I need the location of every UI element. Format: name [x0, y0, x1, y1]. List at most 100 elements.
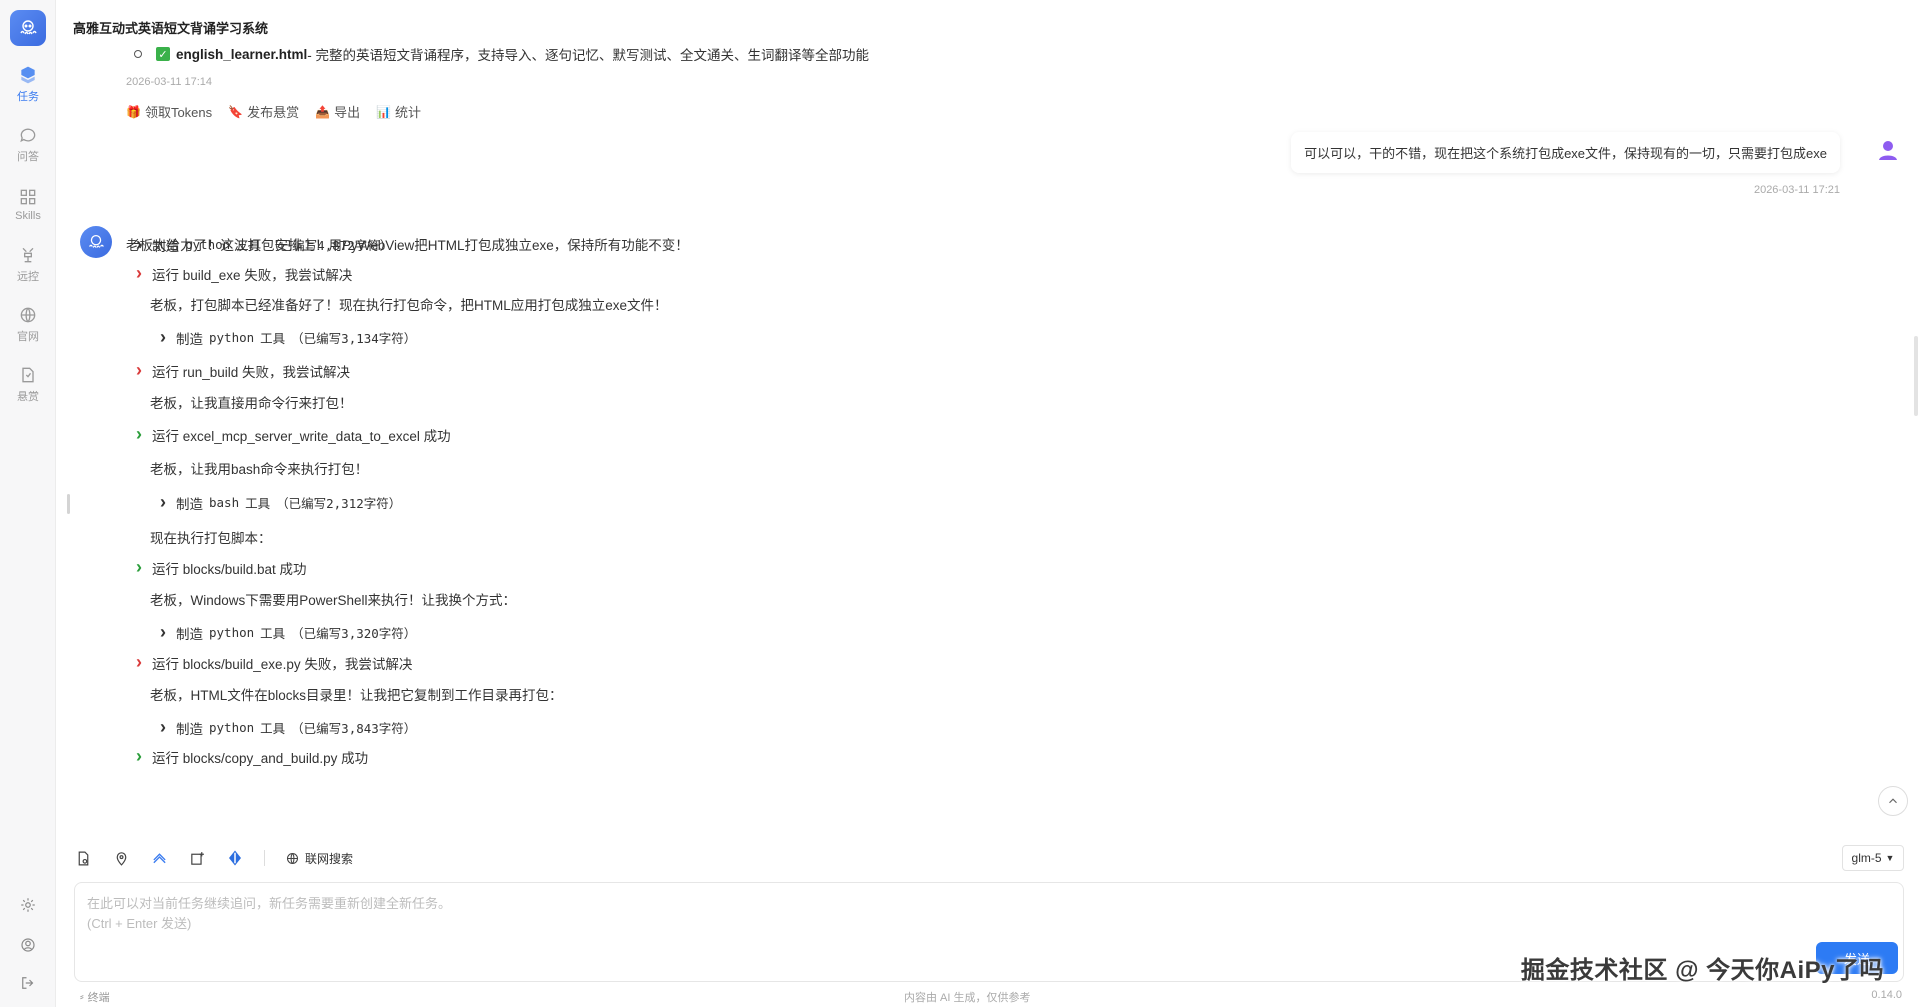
location-pin-icon — [116, 851, 126, 866]
app-logo[interactable] — [10, 10, 46, 46]
prev-timestamp: 2026-03-11 17:14 — [126, 76, 213, 88]
chevron-right-icon: › — [136, 360, 142, 380]
caret-down-icon: ▼ — [1885, 853, 1895, 863]
char-count: （已编写3,134字符） — [291, 331, 417, 346]
chevron-right-icon: › — [136, 652, 142, 672]
run-step-label: 运行 run_build 失败，我尝试解决 — [152, 364, 351, 380]
run-step-label: 运行 blocks/build.bat 成功 — [152, 561, 307, 577]
tool-step[interactable]: › 制造 bash 工具 （已编写2,312字符） — [156, 492, 401, 513]
assistant-note: 老板，HTML文件在blocks目录里！让我把它复制到工作目录再打包： — [150, 688, 563, 703]
run-step[interactable]: › 运行 blocks/build_exe.py 失败，我尝试解决 — [132, 652, 412, 673]
scroll-to-top-button[interactable] — [1878, 786, 1908, 816]
gift-icon: 🎁 — [126, 104, 141, 119]
assistant-note: 老板，让我用bash命令来执行打包！ — [150, 462, 369, 477]
run-step[interactable]: › 运行 blocks/copy_and_build.py 成功 — [132, 746, 368, 767]
web-search-toggle[interactable]: 联网搜索 — [285, 850, 353, 867]
tool-step[interactable]: › 制造 python 工具 （已编写3,843字符） — [156, 717, 416, 738]
logout-button[interactable] — [0, 968, 56, 998]
action-label: 导出 — [334, 105, 361, 120]
tool-step-prefix: 制造 — [152, 238, 179, 254]
chat-area: ✓ english_learner.html - 完整的英语短文背诵程序，支持导… — [56, 36, 1920, 826]
file-tool-icon — [78, 851, 88, 865]
tool-step-word: 工具 — [245, 496, 271, 511]
tool-step-prefix: 制造 — [176, 626, 203, 642]
terminal-label: 终端 — [87, 992, 110, 1004]
user-circle-icon — [21, 938, 35, 952]
sidebar-item-label: 远控 — [17, 270, 39, 283]
message-actions: 🎁 领取Tokens 🔖 发布悬赏 📤 导出 📊 统计 — [126, 102, 421, 121]
chevron-right-icon: › — [136, 263, 142, 283]
sidebar-item-reward[interactable]: 悬赏 — [0, 358, 56, 410]
assistant-note: 老板，Windows下需要用PowerShell来执行！让我换个方式： — [150, 593, 517, 608]
globe-search-icon — [286, 852, 299, 864]
action-label: 发布悬赏 — [247, 105, 300, 120]
tool-step[interactable]: › 制造 python 工具 （已编写3,320字符） — [156, 622, 416, 643]
tag-icon: 🔖 — [228, 104, 244, 119]
tool-step[interactable]: › 制造 python 工具 （已编写3,134字符） — [156, 327, 416, 348]
model-select-value: glm-5 — [1851, 851, 1882, 865]
document-add-icon — [190, 851, 204, 865]
user-message-bubble: 可以可以，干的不错，现在把这个系统打包成exe文件，保持现有的一切，只需要打包成… — [1291, 132, 1840, 173]
location-button[interactable] — [112, 849, 130, 867]
tool-name: python — [209, 720, 255, 735]
sidebar-item-label: 官网 — [17, 330, 39, 343]
ai-disclaimer: 内容由 AI 生成，仅供参考 — [904, 992, 1031, 1004]
octopus-avatar-icon — [89, 234, 104, 248]
chevron-right-icon: › — [160, 622, 166, 642]
chevron-right-icon: › — [160, 492, 166, 512]
char-count: （已编写2,312字符） — [276, 496, 402, 511]
chevron-up-icon — [1889, 798, 1897, 804]
claim-tokens-button[interactable]: 🎁 领取Tokens — [126, 102, 212, 121]
check-icon: ✓ — [156, 47, 170, 61]
tool-step[interactable]: › 制造 python 工具 （已编写4,872字符） — [132, 234, 392, 255]
tool-step-prefix: 制造 — [176, 721, 203, 737]
user-avatar — [1874, 136, 1902, 164]
chevron-right-icon: › — [160, 717, 166, 737]
sidebar-item-remote[interactable]: 远控 — [0, 238, 56, 290]
sidebar-item-skills[interactable]: Skills — [0, 178, 56, 230]
bot-avatar — [80, 226, 112, 258]
scrollbar[interactable] — [1914, 336, 1918, 416]
globe-icon — [20, 307, 36, 322]
run-step[interactable]: › 运行 run_build 失败，我尝试解决 — [132, 360, 350, 381]
sidebar: 任务 问答 Skills 远控 官网 悬赏 — [0, 0, 56, 1007]
action-label: 领取Tokens — [144, 105, 213, 120]
chevron-right-icon: › — [136, 746, 142, 766]
web-search-label: 联网搜索 — [305, 851, 354, 866]
sidebar-item-label: 任务 — [17, 90, 39, 103]
run-step[interactable]: › 运行 blocks/build.bat 成功 — [132, 557, 307, 578]
terminal-link[interactable]: ⸗ 终端 — [80, 989, 110, 1005]
new-doc-button[interactable] — [188, 849, 206, 867]
run-step-label: 运行 excel_mcp_server_write_data_to_excel … — [152, 428, 451, 444]
post-reward-button[interactable]: 🔖 发布悬赏 — [228, 102, 299, 121]
grid-icon — [20, 189, 36, 204]
sidebar-item-qa[interactable]: 问答 — [0, 118, 56, 170]
run-step[interactable]: › 运行 excel_mcp_server_write_data_to_excel… — [132, 424, 451, 445]
assistant-note: 现在执行打包脚本： — [150, 531, 272, 546]
sidebar-item-tasks[interactable]: 任务 — [0, 58, 56, 110]
export-icon: 📤 — [315, 104, 331, 119]
char-count: （已编写3,843字符） — [291, 721, 417, 736]
chevron-right-icon: › — [136, 234, 142, 254]
account-button[interactable] — [0, 930, 56, 960]
tool-name: bash — [209, 495, 240, 510]
run-step-label: 运行 build_exe 失败，我尝试解决 — [152, 267, 353, 283]
assistant-note: 老板，打包脚本已经准备好了！现在执行打包命令，把HTML应用打包成独立exe文件… — [150, 298, 668, 313]
tool-name: python — [209, 330, 255, 345]
model-select[interactable]: glm-5 ▼ — [1842, 845, 1904, 871]
sidebar-item-website[interactable]: 官网 — [0, 298, 56, 350]
export-button[interactable]: 📤 导出 — [315, 102, 360, 121]
gear-icon — [21, 898, 35, 912]
run-step[interactable]: › 运行 build_exe 失败，我尝试解决 — [132, 263, 352, 284]
attach-file-button[interactable] — [74, 849, 92, 867]
plugin-icon — [229, 850, 241, 866]
plugin-button[interactable] — [226, 849, 244, 867]
tool-step-word: 工具 — [260, 626, 286, 641]
terminal-icon: ⸗ — [80, 991, 84, 1003]
chevron-right-icon: › — [136, 424, 142, 444]
settings-button[interactable] — [0, 890, 56, 920]
layers-button[interactable] — [150, 849, 168, 867]
stats-button[interactable]: 📊 统计 — [376, 102, 421, 121]
action-label: 统计 — [395, 105, 422, 120]
tool-step-word: 工具 — [236, 238, 262, 253]
